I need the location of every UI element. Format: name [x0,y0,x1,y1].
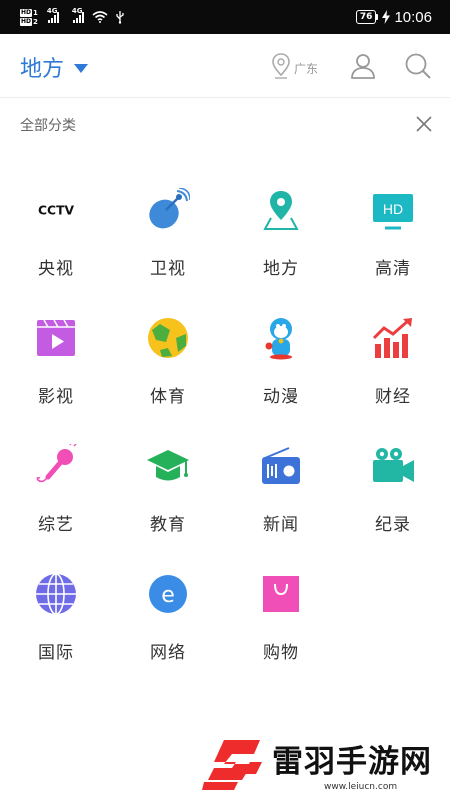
category-label: 购物 [263,643,299,663]
usb-icon [116,11,124,24]
category-cctv[interactable]: CCTV 央视 [0,188,112,298]
cctv-logo-text: CCTV [38,203,74,217]
category-label: 财经 [375,387,411,407]
category-label: 国际 [38,643,74,663]
hd-screen-icon: HD [371,188,415,232]
doraemon-icon [259,316,303,360]
radio-icon [259,444,303,488]
status-time: 10:06 [394,8,432,26]
battery-level: 76 [359,12,373,22]
film-play-icon [34,316,78,360]
category-sports[interactable]: 体育 [112,316,224,426]
category-international[interactable]: 国际 [0,572,112,682]
category-label: 地方 [263,259,299,279]
category-label: 央视 [38,259,74,279]
internet-e-icon: e [146,572,190,616]
video-camera-icon [371,444,415,488]
location-label: 广东 [294,62,319,76]
category-satellite[interactable]: 卫视 [112,188,224,298]
network-1-label: 4G [46,7,58,15]
category-label: 新闻 [263,515,299,535]
location-button[interactable]: 广东 [270,52,318,80]
region-label: 地方 [20,57,65,82]
category-label: 高清 [375,259,411,279]
sim1-hd-text: HD [20,8,33,17]
category-anime[interactable]: 动漫 [225,316,337,426]
category-internet[interactable]: e 网络 [112,572,224,682]
signal-2-icon: 4G [72,7,84,23]
caret-down-icon [74,63,89,73]
sim2-hd-text: HD [20,17,33,26]
hd-screen-text: HD [383,201,403,217]
signal-1-icon: 4G [47,7,59,23]
sim2-slot-text: 2 [33,17,38,26]
category-documentary[interactable]: 纪录 [337,444,449,554]
category-variety[interactable]: 综艺 [0,444,112,554]
satellite-dish-icon [146,188,190,232]
soccer-ball-icon [146,316,190,360]
watermark-url: www.leiucn.com [324,782,398,792]
close-icon [416,116,432,132]
category-label: 纪录 [375,515,411,535]
watermark-title: 雷羽手游网 [272,744,432,780]
category-local[interactable]: 地方 [225,188,337,298]
category-finance[interactable]: 财经 [337,316,449,426]
wifi-icon [92,11,108,23]
search-icon [405,53,431,79]
close-button[interactable] [412,112,436,136]
category-label: 体育 [150,387,186,407]
category-news[interactable]: 新闻 [225,444,337,554]
status-bar-right: 76 10:06 [355,6,432,28]
user-icon [351,54,375,79]
network-2-label: 4G [71,7,83,15]
search-button[interactable] [403,51,433,81]
category-label: 网络 [150,643,186,663]
sim1-slot-text: 1 [33,8,38,17]
globe-icon [34,572,78,616]
category-section-header: 全部分类 [0,108,450,140]
category-label: 综艺 [38,515,74,535]
status-bar-left: HD 1 HD 2 4G 4G [20,5,125,29]
category-film[interactable]: 影视 [0,316,112,426]
category-label: 动漫 [263,387,299,407]
watermark: 雷羽手游网 www.leiucn.com [202,734,450,800]
category-education[interactable]: 教育 [112,444,224,554]
category-shopping[interactable]: 购物 [225,572,337,682]
microphone-icon [34,444,78,488]
internet-e-text: e [161,583,175,608]
sim-indicators: HD 1 HD 2 [20,8,38,26]
app-header: 地方 广东 [0,34,450,98]
cctv-logo-icon: CCTV [34,188,78,232]
category-hd[interactable]: HD 高清 [337,188,449,298]
battery-icon: 76 [355,10,379,24]
sim1-hd-badge: HD 1 [20,8,38,17]
section-title: 全部分类 [20,118,76,134]
location-pin-icon [272,53,290,79]
graduation-cap-icon [146,444,190,488]
watermark-logo [202,740,262,790]
shopping-bag-icon [259,572,303,616]
category-label: 教育 [150,515,186,535]
category-label: 卫视 [150,259,186,279]
status-bar: HD 1 HD 2 4G 4G 76 10:06 [0,0,450,34]
category-label: 影视 [38,387,74,407]
charging-icon [382,10,391,24]
map-pin-icon [259,188,303,232]
region-selector[interactable]: 地方 [20,51,89,83]
finance-chart-icon [371,316,415,360]
sim2-hd-badge: HD 2 [20,17,38,26]
user-button[interactable] [348,51,378,81]
